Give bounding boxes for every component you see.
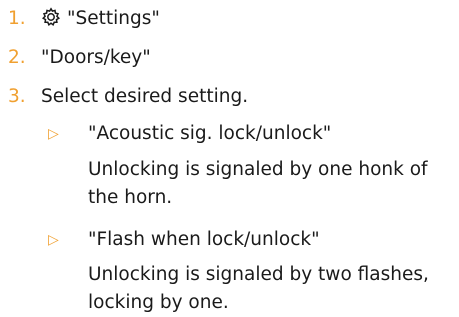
step-text: Select desired setting. xyxy=(41,86,249,107)
gear-icon xyxy=(41,7,61,27)
step-number: 1. xyxy=(8,8,26,29)
step-text: "Doors/key" xyxy=(41,47,151,68)
step-2: 2. "Doors/key" xyxy=(8,46,151,70)
step-1: 1. "Settings" xyxy=(8,7,160,31)
option-description: Unlocking is signaled by one honk of the… xyxy=(88,159,428,208)
option-label: "Acoustic sig. lock/unlock" xyxy=(88,123,332,144)
step-number: 3. xyxy=(8,86,26,107)
step-number: 2. xyxy=(8,47,26,68)
option-acoustic-signal: ▷ "Acoustic sig. lock/unlock" xyxy=(48,120,331,148)
step-text: "Settings" xyxy=(67,8,160,29)
option-description: Unlocking is signaled by two flashes, lo… xyxy=(88,264,429,313)
triangle-bullet-icon: ▷ xyxy=(48,232,59,248)
instruction-document: 1. "Settings" 2. "Doors/key" 3. Select des… xyxy=(0,0,459,314)
option-flash: ▷ "Flash when lock/unlock" xyxy=(48,226,320,254)
step-3: 3. Select desired setting. xyxy=(8,85,248,109)
triangle-bullet-icon: ▷ xyxy=(48,126,59,142)
option-label: "Flash when lock/unlock" xyxy=(88,229,320,250)
